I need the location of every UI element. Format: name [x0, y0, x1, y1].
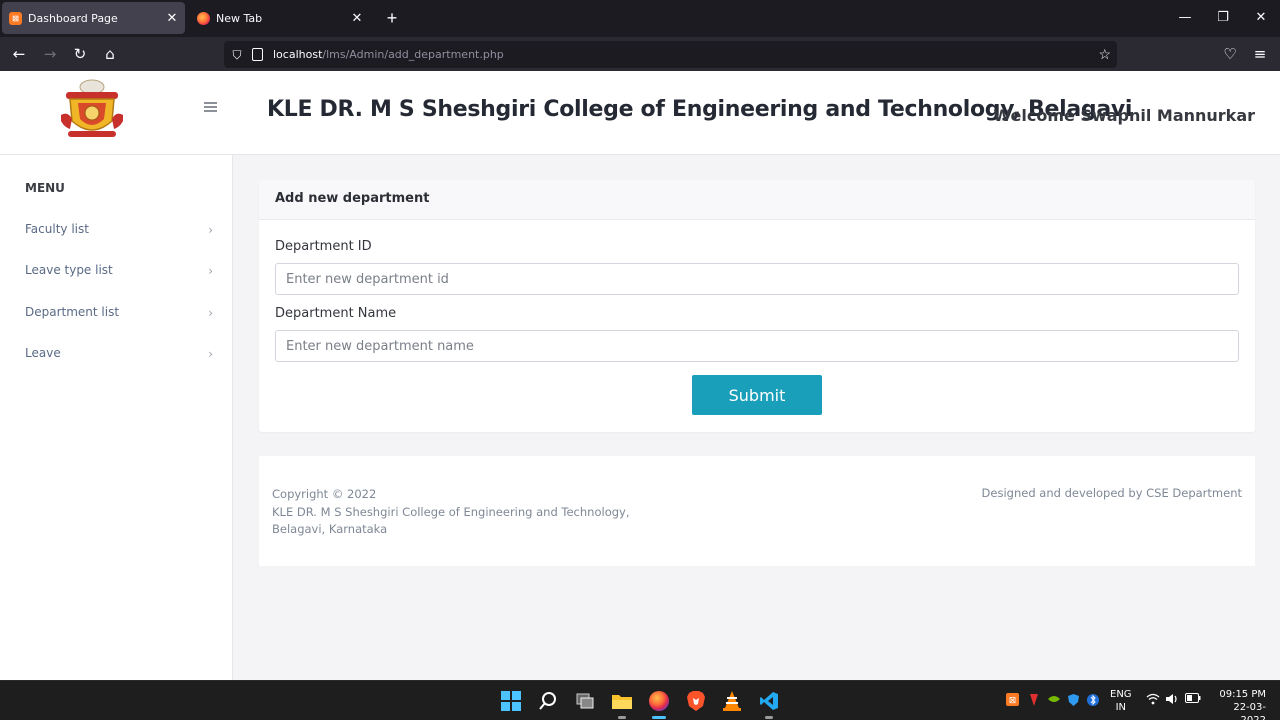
wifi-icon[interactable] [1146, 693, 1160, 708]
tab-title: Dashboard Page [28, 11, 118, 25]
chevron-right-icon: › [208, 264, 213, 278]
os-taskbar: ⊠ ENG IN 09:15 PM 22-03-2022 [0, 680, 1280, 726]
card-title: Add new department [259, 180, 1255, 220]
forward-icon[interactable]: → [40, 44, 60, 64]
close-tab-icon[interactable]: ✕ [164, 11, 180, 26]
start-icon[interactable] [499, 689, 523, 713]
chevron-right-icon: › [208, 306, 213, 320]
browser-nav-bar: ← → ↻ ⌂ ⛉ localhost/lms/Admin/add_depart… [0, 37, 1280, 71]
bluetooth-tray-icon[interactable] [1087, 693, 1099, 710]
tab-dashboard[interactable]: ⊠ Dashboard Page ✕ [2, 2, 185, 34]
college-logo [61, 79, 123, 137]
sidebar-item-leave[interactable]: Leave › [25, 346, 215, 366]
recorder-tray-icon[interactable] [1028, 693, 1040, 710]
brave-icon[interactable] [684, 689, 708, 713]
running-indicator [765, 716, 773, 719]
task-view-icon[interactable] [573, 689, 597, 713]
home-icon[interactable]: ⌂ [100, 44, 120, 64]
url-bar[interactable]: ⛉ localhost/lms/Admin/add_department.php… [224, 41, 1117, 68]
volume-icon[interactable] [1165, 693, 1179, 708]
minimize-icon[interactable]: — [1175, 8, 1195, 28]
active-indicator [652, 716, 666, 719]
sidebar: MENU Faculty list › Leave type list › De… [0, 155, 233, 680]
tab-new-tab[interactable]: New Tab ✕ [190, 2, 370, 34]
chevron-right-icon: › [208, 223, 213, 237]
xampp-favicon-icon: ⊠ [9, 11, 22, 25]
restore-icon[interactable]: ❐ [1213, 8, 1233, 28]
sidebar-toggle-icon[interactable] [204, 102, 217, 112]
back-icon[interactable]: ← [9, 44, 29, 64]
running-indicator [618, 716, 626, 719]
page-info-icon[interactable] [252, 48, 263, 61]
department-id-input[interactable] [275, 263, 1239, 295]
chevron-right-icon: › [208, 347, 213, 361]
nvidia-tray-icon[interactable] [1047, 693, 1061, 708]
firefox-favicon-icon [197, 11, 210, 25]
security-tray-icon[interactable] [1067, 693, 1080, 710]
tracking-shield-icon[interactable]: ⛉ [230, 48, 244, 62]
svg-text:⊠: ⊠ [1009, 696, 1017, 706]
credit-text: Designed and developed by CSE Department [981, 486, 1242, 500]
firefox-icon[interactable] [647, 689, 671, 719]
tab-title: New Tab [216, 11, 263, 25]
system-clock[interactable]: 09:15 PM 22-03-2022 [1210, 688, 1266, 727]
battery-icon[interactable] [1185, 693, 1201, 706]
browser-tab-bar: ⊠ Dashboard Page ✕ New Tab ✕ + — ❐ ✕ [0, 0, 1280, 37]
new-tab-button[interactable]: + [382, 8, 402, 28]
vscode-icon[interactable] [757, 689, 781, 719]
web-page: KLE DR. M S Sheshgiri College of Enginee… [0, 71, 1280, 680]
sidebar-item-label: Leave type list [25, 263, 113, 277]
sidebar-item-label: Leave [25, 346, 61, 360]
search-icon[interactable] [536, 689, 560, 713]
sidebar-item-faculty-list[interactable]: Faculty list › [25, 222, 215, 242]
file-explorer-icon[interactable] [610, 689, 634, 719]
menu-heading: MENU [25, 181, 65, 195]
sidebar-item-label: Faculty list [25, 222, 89, 236]
reload-icon[interactable]: ↻ [70, 44, 90, 64]
welcome-user: Welcome Swapnil Mannurkar [993, 106, 1255, 125]
close-tab-icon[interactable]: ✕ [349, 11, 365, 26]
language-indicator[interactable]: ENG IN [1110, 688, 1132, 714]
pocket-icon[interactable]: ♡ [1220, 44, 1240, 64]
app-menu-icon[interactable]: ≡ [1250, 44, 1270, 64]
copyright-text: Copyright © 2022 [272, 487, 377, 501]
sidebar-item-leave-type-list[interactable]: Leave type list › [25, 263, 215, 283]
sidebar-item-label: Department list [25, 305, 120, 319]
vlc-icon[interactable] [720, 689, 744, 713]
footer-info: Copyright © 2022 KLE DR. M S Sheshgiri C… [272, 486, 630, 539]
xampp-tray-icon[interactable]: ⊠ [1006, 693, 1019, 709]
close-window-icon[interactable]: ✕ [1251, 8, 1271, 28]
page-footer: Copyright © 2022 KLE DR. M S Sheshgiri C… [259, 456, 1255, 566]
address-line-1: KLE DR. M S Sheshgiri College of Enginee… [272, 504, 630, 519]
bookmark-star-icon[interactable]: ☆ [1098, 46, 1111, 63]
sidebar-item-department-list[interactable]: Department list › [25, 305, 215, 325]
submit-button[interactable]: Submit [692, 375, 822, 415]
address-line-2: Belagavi, Karnataka [272, 522, 388, 536]
department-name-input[interactable] [275, 330, 1239, 362]
department-id-label: Department ID [275, 239, 372, 254]
department-name-label: Department Name [275, 306, 397, 321]
add-department-card: Add new department Department ID Departm… [259, 180, 1255, 432]
site-header: KLE DR. M S Sheshgiri College of Enginee… [0, 71, 1280, 155]
url-text[interactable]: localhost/lms/Admin/add_department.php [273, 48, 504, 61]
